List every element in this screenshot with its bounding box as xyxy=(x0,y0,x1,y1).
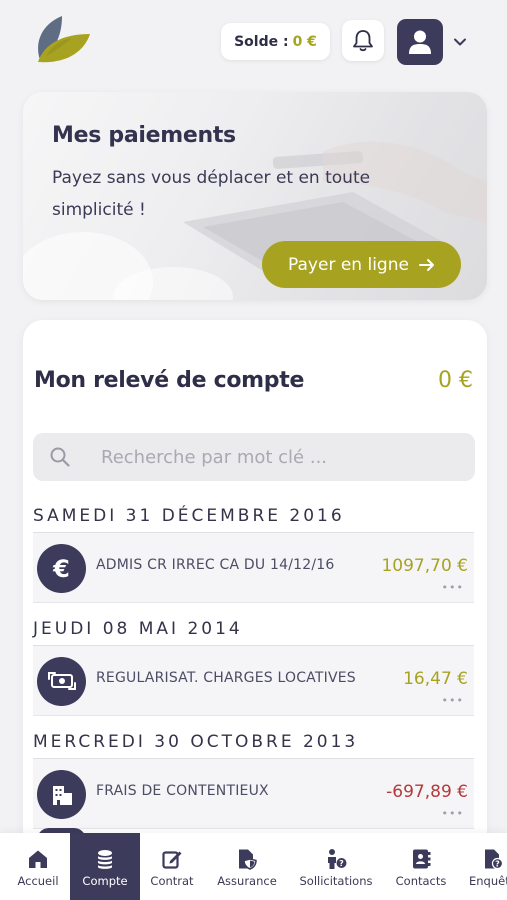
payments-banner: Mes paiements Payez sans vous déplacer e… xyxy=(23,92,487,300)
transaction-amount: -697,89 € xyxy=(386,782,468,802)
nav-label: Contrat xyxy=(150,874,194,888)
bottom-navigation: Accueil Compte Contrat Assurance ? Solli… xyxy=(0,833,507,900)
more-options-icon[interactable]: ••• xyxy=(442,694,464,707)
transaction-label: REGULARISAT. CHARGES LOCATIVES xyxy=(96,670,356,686)
statement-title: Mon relevé de compte xyxy=(34,368,305,393)
nav-item-contacts[interactable]: Contacts xyxy=(386,833,456,900)
edit-icon xyxy=(162,851,182,869)
nav-label: Contacts xyxy=(395,874,447,888)
building-icon xyxy=(37,770,86,819)
more-options-icon[interactable]: ••• xyxy=(442,807,464,820)
coins-icon xyxy=(98,850,112,869)
nav-item-assurance[interactable]: Assurance xyxy=(206,833,288,900)
nav-label: Assurance xyxy=(217,874,277,888)
money-exchange-icon xyxy=(37,657,86,706)
account-statement-card: Mon relevé de compte 0 € SAMEDI 31 DÉCEM… xyxy=(23,320,487,880)
transaction-label: FRAIS DE CONTENTIEUX xyxy=(96,783,269,799)
nav-label: Sollicitations xyxy=(299,874,373,888)
nav-label: Compte xyxy=(82,874,128,888)
search-input[interactable] xyxy=(101,446,461,468)
bell-icon xyxy=(353,29,373,51)
search-icon xyxy=(50,447,70,467)
notifications-button[interactable] xyxy=(342,20,384,61)
address-book-icon xyxy=(413,849,431,869)
more-options-icon[interactable]: ••• xyxy=(442,581,464,594)
transaction-row[interactable]: FRAIS DE CONTENTIEUX -697,89 € ••• xyxy=(33,759,474,829)
transaction-label: ADMIS CR IRREC CA DU 14/12/16 xyxy=(96,557,335,573)
chevron-down-icon[interactable] xyxy=(452,34,468,50)
pay-online-button[interactable]: Payer en ligne xyxy=(262,241,461,288)
transaction-amount: 16,47 € xyxy=(403,669,468,689)
date-header: SAMEDI 31 DÉCEMBRE 2016 xyxy=(33,506,474,533)
nav-item-sollicitations[interactable]: ? Sollicitations xyxy=(292,833,380,900)
balance-pill[interactable]: Solde : 0 € xyxy=(221,23,330,60)
nav-item-accueil[interactable]: Accueil xyxy=(6,833,70,900)
euro-icon: € xyxy=(37,544,86,593)
nav-item-enquetes[interactable]: ? Enquêtes xyxy=(460,833,507,900)
transaction-amount: 1097,70 € xyxy=(381,556,468,576)
file-question-icon: ? xyxy=(485,849,504,870)
date-header: MERCREDI 30 OCTOBRE 2013 xyxy=(33,732,474,759)
arrow-right-icon xyxy=(418,258,434,271)
nav-label: Accueil xyxy=(17,874,59,888)
svg-text:?: ? xyxy=(495,860,500,869)
nav-item-compte[interactable]: Compte xyxy=(70,833,140,900)
statement-total: 0 € xyxy=(438,368,473,393)
header: Solde : 0 € xyxy=(0,0,507,80)
balance-label: Solde : xyxy=(234,33,289,50)
banner-title: Mes paiements xyxy=(52,123,236,148)
nav-item-contrat[interactable]: Contrat xyxy=(140,833,204,900)
leaf-logo-icon[interactable] xyxy=(32,12,94,70)
user-avatar-button[interactable] xyxy=(397,19,443,65)
date-header: JEUDI 08 MAI 2014 xyxy=(33,619,474,646)
nav-label: Enquêtes xyxy=(469,874,507,888)
file-shield-icon xyxy=(239,849,257,870)
home-icon xyxy=(29,850,47,868)
transaction-row[interactable]: € ADMIS CR IRREC CA DU 14/12/16 1097,70 … xyxy=(33,533,474,603)
person-question-icon: ? xyxy=(328,849,347,869)
search-bar[interactable] xyxy=(33,433,475,481)
transaction-row[interactable]: REGULARISAT. CHARGES LOCATIVES 16,47 € •… xyxy=(33,646,474,716)
svg-text:?: ? xyxy=(339,859,344,868)
banner-text: Payez sans vous déplacer et en toute sim… xyxy=(52,168,371,220)
pay-online-label: Payer en ligne xyxy=(288,254,409,275)
user-icon xyxy=(409,30,431,54)
balance-amount: 0 € xyxy=(292,33,317,50)
